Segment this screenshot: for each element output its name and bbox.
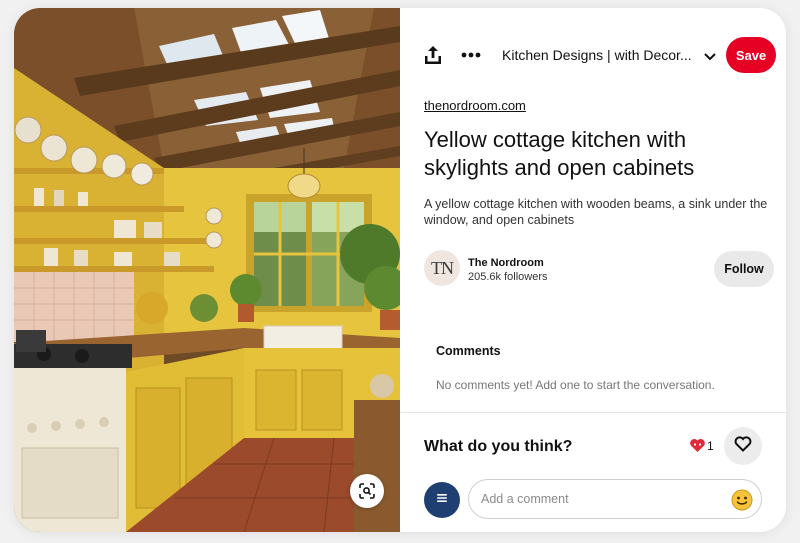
comments-heading: Comments — [436, 344, 501, 358]
heart-eyes-emoji-icon — [689, 438, 706, 453]
visual-search-button[interactable] — [350, 474, 384, 508]
more-options-icon[interactable] — [458, 44, 484, 66]
share-icon[interactable] — [422, 44, 444, 66]
reaction-count: 1 — [707, 439, 714, 453]
heart-outline-icon — [734, 435, 752, 457]
react-button[interactable] — [724, 427, 762, 465]
creator-followers: 205.6k followers — [468, 271, 548, 283]
chevron-down-icon[interactable] — [702, 48, 718, 64]
pin-title: Yellow cottage kitchen with skylights an… — [424, 127, 695, 180]
menu-lines-icon — [436, 491, 448, 509]
creator-avatar[interactable]: TN — [424, 250, 460, 286]
save-button[interactable]: Save — [726, 37, 776, 73]
visual-search-icon — [359, 483, 375, 499]
pin-description: A yellow cottage kitchen with wooden bea… — [424, 197, 768, 227]
comment-box — [468, 479, 762, 519]
pin-image[interactable] — [14, 8, 400, 532]
comment-input[interactable] — [481, 490, 721, 508]
follow-button[interactable]: Follow — [714, 251, 774, 287]
pin-toolbar: Kitchen Designs | with Decor... Save — [400, 36, 786, 74]
creator-name[interactable]: The Nordroom — [468, 257, 544, 269]
feedback-prompt: What do you think? — [424, 438, 573, 455]
comments-empty-message: No comments yet! Add one to start the co… — [436, 378, 715, 392]
board-selector[interactable]: Kitchen Designs | with Decor... — [502, 47, 702, 63]
pin-details: Kitchen Designs | with Decor... Save the… — [400, 8, 786, 532]
pin-card: Kitchen Designs | with Decor... Save the… — [14, 8, 786, 532]
kitchen-illustration — [14, 8, 400, 532]
divider — [400, 412, 786, 413]
source-link[interactable]: thenordroom.com — [424, 98, 526, 113]
user-avatar[interactable] — [424, 482, 460, 518]
smiley-face-icon[interactable] — [731, 489, 753, 511]
